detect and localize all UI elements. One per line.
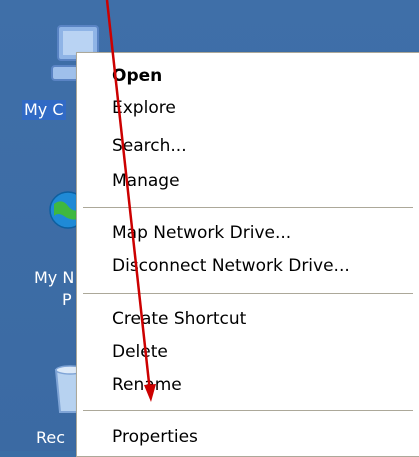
- menu-item-properties[interactable]: Properties: [77, 421, 419, 453]
- menu-item-disconnect-network-drive[interactable]: Disconnect Network Drive...: [77, 250, 419, 282]
- my-network-places-label-line2[interactable]: P: [62, 290, 72, 310]
- menu-item-create-shortcut[interactable]: Create Shortcut: [77, 303, 419, 335]
- menu-separator: [83, 410, 413, 411]
- menu-separator: [83, 207, 413, 208]
- menu-item-explore[interactable]: Explore: [77, 92, 419, 124]
- menu-item-search[interactable]: Search...: [77, 130, 419, 162]
- my-computer-label[interactable]: My C: [22, 100, 66, 120]
- menu-item-manage[interactable]: Manage: [77, 165, 419, 197]
- recycle-bin-label[interactable]: Rec: [36, 428, 65, 448]
- menu-item-open[interactable]: Open: [77, 60, 419, 92]
- menu-item-delete[interactable]: Delete: [77, 336, 419, 368]
- menu-separator: [83, 293, 413, 294]
- my-network-places-label-line1[interactable]: My N: [34, 268, 74, 288]
- context-menu: Open Explore Search... Manage Map Networ…: [76, 52, 419, 457]
- menu-item-rename[interactable]: Rename: [77, 369, 419, 401]
- menu-item-map-network-drive[interactable]: Map Network Drive...: [77, 217, 419, 249]
- desktop: My C My N P Rec Open Explore Search... M…: [0, 0, 419, 457]
